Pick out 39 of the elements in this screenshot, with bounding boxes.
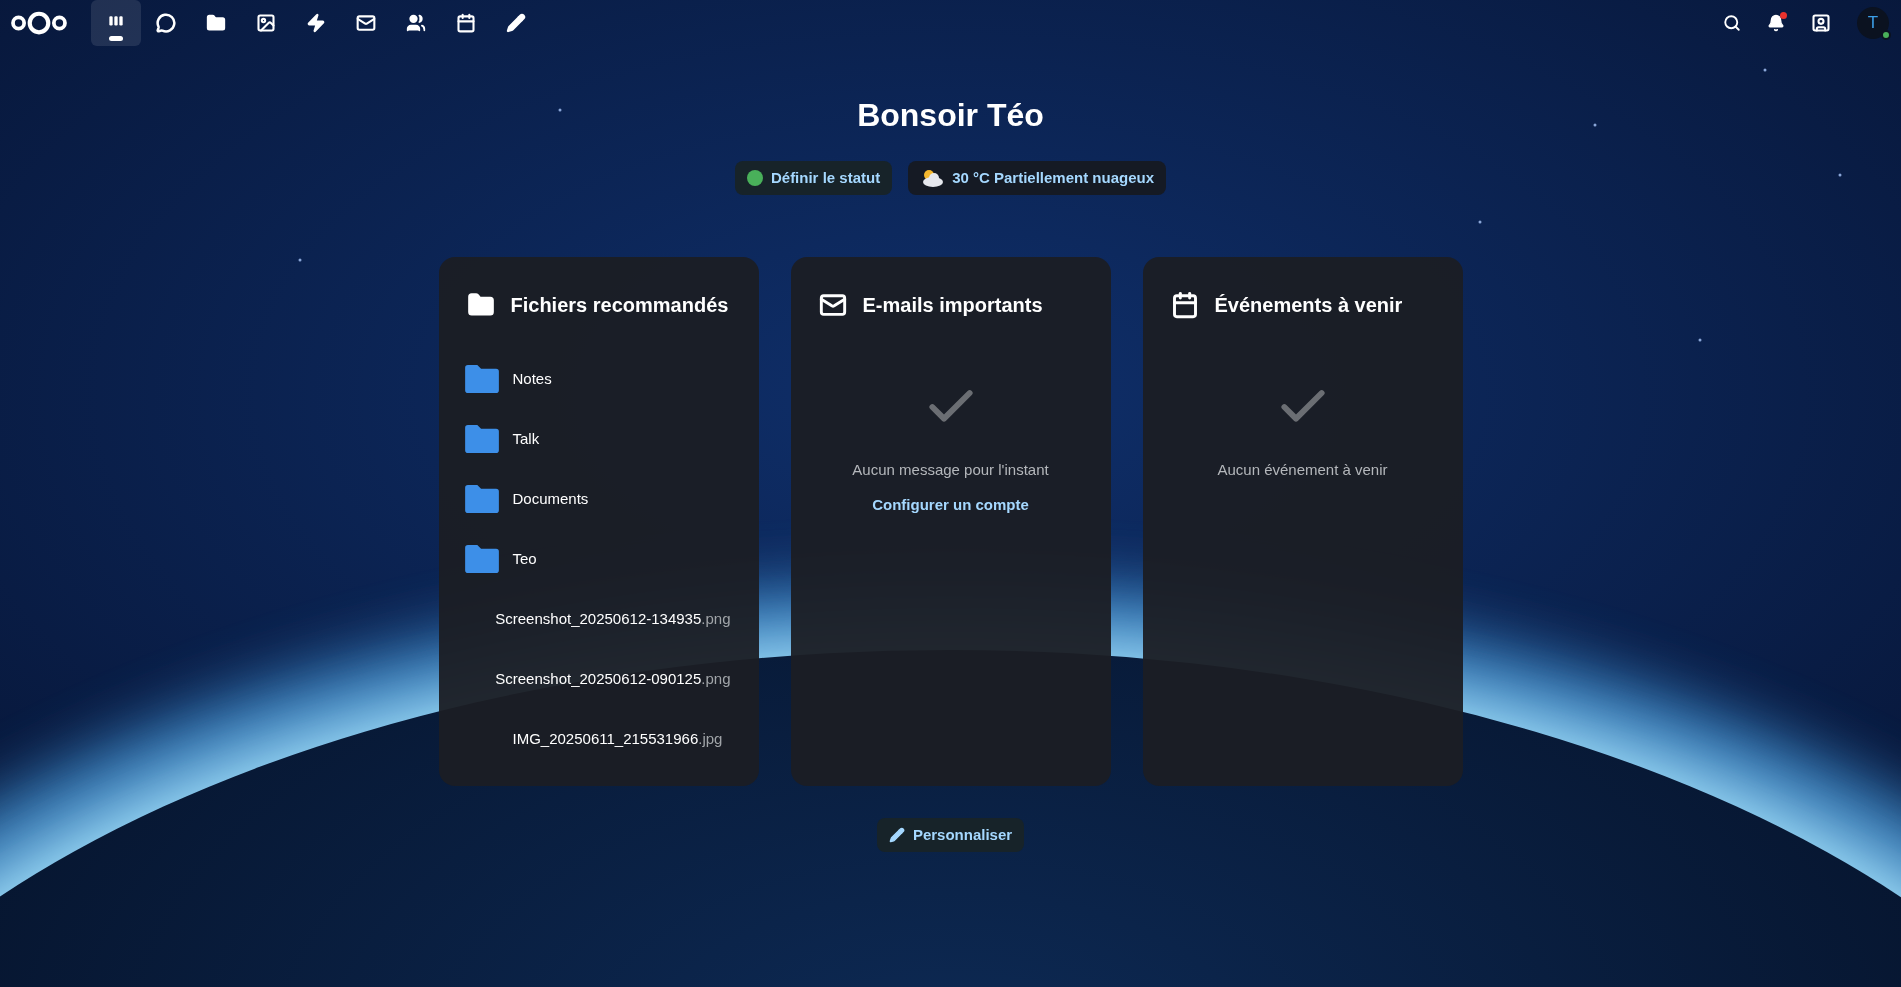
calendar-icon (1170, 291, 1199, 319)
folder-icon (462, 544, 501, 574)
folder-icon (466, 291, 495, 319)
mail-icon (356, 13, 376, 33)
file-name[interactable]: Screenshot_20250612-134935.png (495, 607, 731, 631)
greeting: Bonsoir Téo (856, 96, 1045, 135)
contacts-icon[interactable] (1811, 13, 1831, 33)
widget-title: E-mails importants (862, 293, 1043, 318)
search-icon[interactable] (1723, 14, 1741, 32)
widget-title: Fichiers recommandés (510, 293, 729, 318)
folder-icon (206, 13, 226, 33)
calendar-icon (456, 13, 476, 33)
pencil-icon (888, 827, 905, 843)
customize-button[interactable]: Personnaliser (876, 818, 1025, 852)
folder-icon (462, 364, 501, 394)
image-icon (256, 13, 276, 33)
logo-icon[interactable] (8, 10, 70, 36)
file-name[interactable]: Notes (512, 367, 552, 391)
set-status-button[interactable]: Définir le statut (734, 161, 893, 195)
notifications-button[interactable] (1767, 14, 1785, 32)
lightning-icon (306, 13, 326, 33)
people-icon (406, 13, 426, 33)
app-tab[interactable] (91, 0, 141, 46)
pencil-icon (506, 13, 526, 33)
empty-message: Aucun événement à venir (1217, 460, 1388, 480)
file-name[interactable]: Talk (512, 427, 540, 451)
file-name[interactable]: Teo (512, 547, 537, 571)
folder-icon (462, 424, 501, 454)
chat-bubble-icon (156, 13, 176, 33)
file-name[interactable]: Documents (512, 487, 589, 511)
sun-cloud-icon (920, 168, 945, 188)
file-name[interactable]: Screenshot_20250612-090125.png (495, 667, 731, 691)
widget-title: Événements à venir (1214, 293, 1403, 318)
mail-icon (818, 291, 847, 319)
folder-icon (462, 484, 501, 514)
file-name[interactable]: IMG_20250611_215531966.jpg (512, 727, 723, 751)
empty-message: Aucun message pour l'instant (852, 460, 1049, 480)
weather-button[interactable]: 30 °C Partiellement nuageux (908, 161, 1167, 195)
configure-account-link[interactable]: Configurer un compte (872, 493, 1029, 516)
